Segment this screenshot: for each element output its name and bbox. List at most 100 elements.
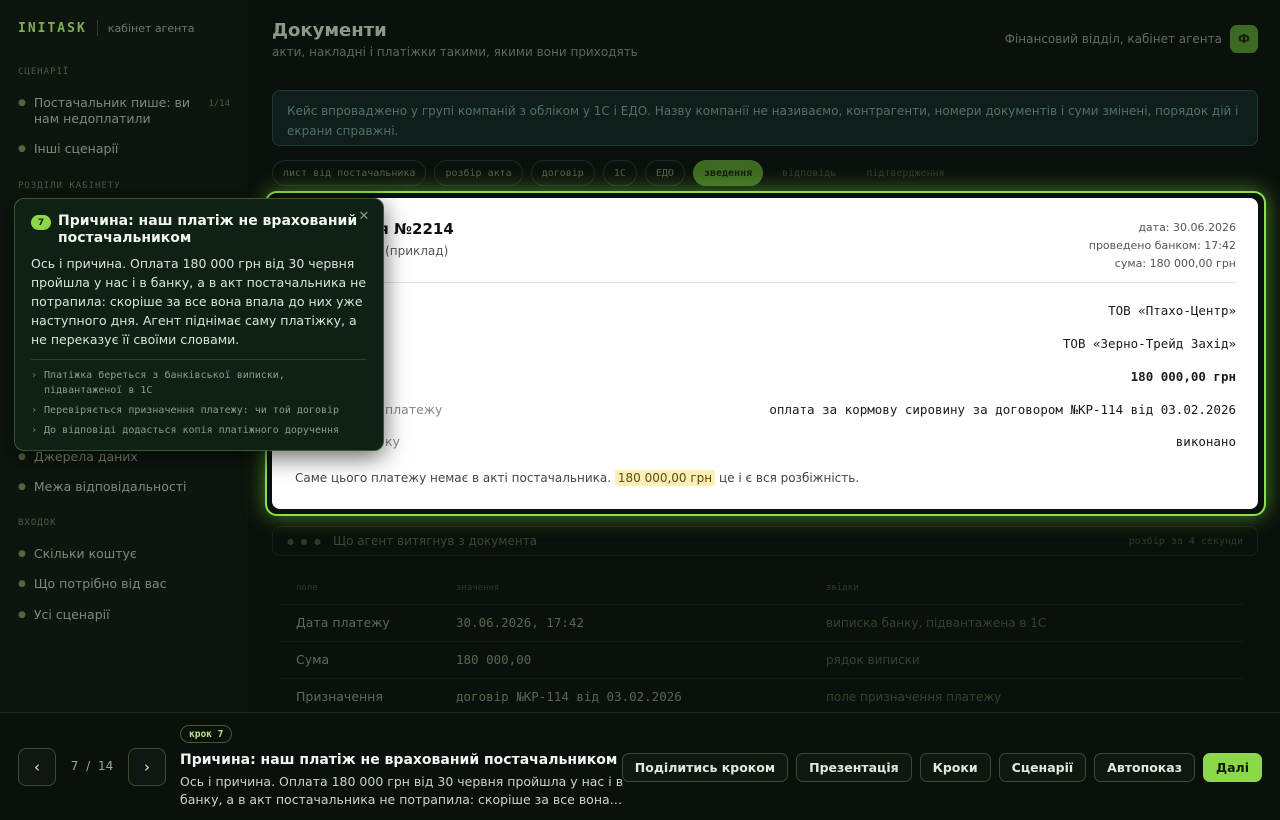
bullet-icon: ● [18, 144, 26, 154]
list-item-text: Перевіряється призначення платежу: чи то… [44, 405, 340, 416]
document-bank-time: проведено банком: 17:42 [1088, 239, 1236, 252]
bullet-icon: ● [18, 579, 26, 589]
tour-popover: 7 Причина: наш платіж не врахований пост… [14, 198, 384, 451]
column-header-value: значення [456, 582, 500, 593]
list-item: › Платіжка береться з банківської виписк… [31, 368, 367, 398]
tab-supplier-letter[interactable]: лист від постачальника [272, 160, 427, 186]
bullet-icon: ● [18, 98, 26, 108]
next-step-button[interactable]: › [128, 748, 166, 786]
brand-subtitle: кабінет агента [107, 21, 195, 35]
bullet-icon: ● [18, 482, 26, 492]
tab-summary[interactable]: зведення [692, 160, 764, 186]
step-description: Ось і причина. Оплата 180 000 грн від 30… [180, 774, 624, 807]
row-value: 180 000,00 грн [1130, 368, 1236, 384]
tour-controls-bar: ‹ 7 / 14 › крок 7 Причина: наш платіж не… [0, 712, 1280, 820]
discrepancy-note: Саме цього платежу немає в акті постачал… [295, 470, 859, 486]
cell-value: договір №КР-114 від 03.02.2026 [438, 677, 808, 715]
document-amount: сума: 180 000,00 грн [1114, 257, 1236, 270]
sidebar-item-label: Інші сценарії [33, 141, 119, 156]
bullet-icon: ● [18, 452, 26, 462]
dots-icon: ● ● ● [287, 536, 324, 546]
extraction-title: Що агент витягнув з документа [333, 534, 538, 548]
tab-confirmation[interactable]: підтвердження [855, 160, 955, 186]
brand: INITASK кабінет агента [18, 20, 230, 36]
document-tabs: лист від постачальника розбір акта догов… [272, 160, 956, 186]
scenarios-button[interactable]: Сценарії [998, 753, 1087, 782]
step-title: Причина: наш платіж не врахований постач… [180, 752, 618, 768]
tab-1c[interactable]: 1С [602, 160, 637, 186]
sidebar-item-other-scenarios[interactable]: ● Інші сценарії [18, 141, 118, 156]
chevron-right-icon: › [31, 370, 38, 381]
chevron-left-icon: ‹ [34, 758, 40, 776]
extraction-panel-header[interactable]: ● ● ● Що агент витягнув з документа розб… [272, 526, 1258, 556]
total-steps: 14 [98, 759, 114, 773]
column-header-field: поле [296, 582, 318, 593]
popover-divider [31, 359, 367, 360]
sidebar-item-tag: 1/14 [208, 99, 230, 109]
document-row-purpose: платежу оплата за кормову сировину за до… [295, 399, 1236, 419]
sidebar-item-label: Постачальник пише: ви нам недоплатили [33, 95, 191, 126]
cell-source: виписка банку, підвантажена в 1С [808, 603, 1244, 641]
cell-source: рядок виписки [808, 640, 1244, 678]
column-header-source: звідки [826, 582, 859, 593]
previous-step-button[interactable]: ‹ [18, 748, 56, 786]
page-subtitle: акти, накладні і платіжки такими, якими … [272, 45, 638, 59]
row-value: оплата за кормову сировину за договором … [769, 401, 1236, 417]
chevron-right-icon: › [31, 405, 38, 416]
account-name: Фінансовий відділ, кабінет агента [1004, 32, 1222, 46]
sidebar-item-data-sources[interactable]: ● Джерела даних [18, 449, 138, 464]
row-value: виконано [1175, 433, 1236, 449]
share-step-button[interactable]: Поділитись кроком [621, 753, 789, 782]
list-item-text: Платіжка береться з банківської виписки,… [44, 370, 285, 396]
sidebar-item-requirements[interactable]: ● Що потрібно від вас [18, 576, 167, 591]
tab-reply[interactable]: відповідь [771, 160, 847, 186]
sidebar-section-scenarios: СЦЕНАРІЇ [18, 67, 70, 77]
sidebar-item-current-scenario[interactable]: ● Постачальник пише: ви нам недоплатили … [18, 95, 230, 127]
list-item: › До відповіді додасться копія платіжног… [31, 423, 367, 438]
sidebar-item-label: Що потрібно від вас [33, 576, 167, 591]
document-row-amount: 180 000,00 грн [295, 366, 1236, 386]
payment-order-document: доручення №2214 за 30.06.2026 (приклад) … [272, 198, 1258, 509]
chevron-right-icon: › [31, 425, 38, 436]
extraction-table: поле значення звідки Дата платежу 30.06.… [278, 572, 1244, 715]
cell-value: 30.06.2026, 17:42 [438, 603, 808, 641]
page-title: Документи [272, 20, 387, 41]
tab-contract[interactable]: договір [530, 160, 595, 186]
cell-field: Сума [278, 640, 438, 678]
counter-separator: / [86, 759, 91, 773]
cell-field: Призначення [278, 677, 438, 715]
chevron-right-icon: › [144, 758, 150, 776]
highlighted-amount: 180 000,00 грн [614, 470, 716, 486]
sidebar-item-all-scenarios[interactable]: ● Усі сценарії [18, 607, 110, 622]
sidebar-item-pricing[interactable]: ● Скільки коштує [18, 546, 137, 561]
tab-act-analysis[interactable]: розбір акта [434, 160, 523, 186]
autoplay-button[interactable]: Автопоказ [1094, 753, 1195, 782]
document-meta: дата: 30.06.2026 проведено банком: 17:42… [1089, 219, 1236, 273]
steps-button[interactable]: Кроки [919, 753, 991, 782]
avatar[interactable]: Ф [1230, 25, 1258, 53]
close-icon[interactable]: ✕ [355, 207, 373, 225]
extraction-duration: розбір за 4 секунди [1128, 535, 1243, 547]
document-row-payer: ТОВ «Птахо-Центр» [295, 300, 1236, 320]
table-row: Сума 180 000,00 рядок виписки [278, 640, 1244, 678]
table-row: Призначення договір №КР-114 від 03.02.20… [278, 677, 1244, 715]
table-row: Дата платежу 30.06.2026, 17:42 виписка б… [278, 603, 1244, 641]
account-area[interactable]: Фінансовий відділ, кабінет агента Ф [1005, 25, 1258, 53]
sidebar-item-responsibility[interactable]: ● Межа відповідальності [18, 479, 186, 494]
sidebar-section-cabinet: РОЗДІЛИ КАБІНЕТУ [18, 181, 121, 191]
popover-title: Причина: наш платіж не врахований постач… [58, 213, 358, 246]
next-button[interactable]: Далі [1202, 753, 1262, 782]
document-row-recipient: ТОВ «Зерно-Трейд Захід» [295, 333, 1236, 353]
brand-logo[interactable]: INITASK [18, 21, 87, 36]
tab-edo[interactable]: ЕДО [644, 160, 685, 186]
brand-divider [96, 20, 98, 36]
presentation-button[interactable]: Презентація [796, 753, 912, 782]
cell-value: 180 000,00 [438, 640, 808, 678]
row-value: ТОВ «Птахо-Центр» [1108, 302, 1236, 318]
tour-actions: Поділитись кроком Презентація Кроки Сцен… [621, 753, 1262, 782]
document-divider [295, 282, 1236, 283]
step-label-badge: крок 7 [180, 725, 233, 743]
popover-body: Ось і причина. Оплата 180 000 грн від 30… [31, 256, 367, 347]
row-value: ТОВ «Зерно-Трейд Захід» [1062, 335, 1236, 351]
popover-bullets: › Платіжка береться з банківської виписк… [31, 368, 367, 443]
